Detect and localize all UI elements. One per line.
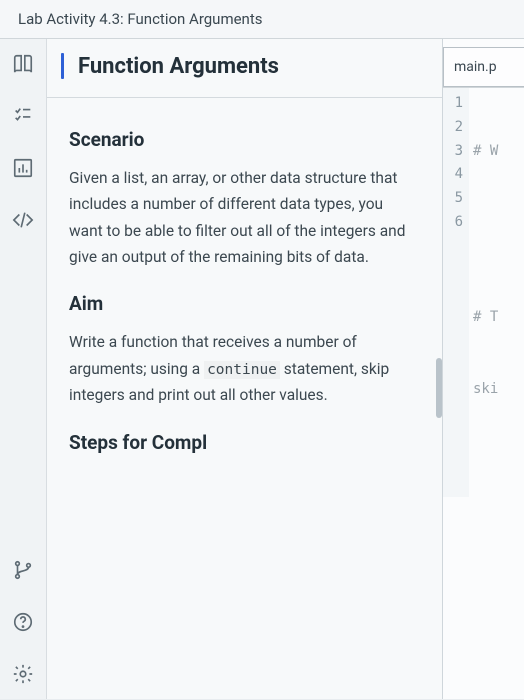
line-gutter: 1 2 3 4 5 6 <box>443 88 469 497</box>
code-icon[interactable] <box>12 209 34 231</box>
code-body[interactable]: # W # T ski <box>469 88 524 497</box>
scrollbar-thumb[interactable] <box>436 358 442 418</box>
activity-title-bar: Lab Activity 4.3: Function Arguments <box>0 0 524 39</box>
book-icon[interactable] <box>12 53 34 75</box>
instructions-panel: Function Arguments Scenario Given a list… <box>46 39 442 699</box>
code-line: # W <box>473 140 524 164</box>
activity-title: Lab Activity 4.3: Function Arguments <box>18 10 263 28</box>
steps-heading: Steps for Compl <box>69 431 420 454</box>
editor-tab-label: main.p <box>454 59 497 75</box>
settings-icon[interactable] <box>12 663 34 685</box>
workspace: Function Arguments Scenario Given a list… <box>0 39 524 699</box>
checklist-icon[interactable] <box>12 105 34 127</box>
scenario-body: Given a list, an array, or other data st… <box>69 165 420 270</box>
instructions-content: Scenario Given a list, an array, or othe… <box>47 98 442 699</box>
scenario-heading: Scenario <box>69 128 420 151</box>
line-number: 2 <box>443 116 463 140</box>
continue-keyword: continue <box>204 361 280 379</box>
aim-body: Write a function that receives a number … <box>69 329 420 408</box>
instructions-header: Function Arguments <box>47 39 442 98</box>
branch-icon[interactable] <box>12 559 34 581</box>
page-title: Function Arguments <box>78 54 279 79</box>
help-icon[interactable] <box>12 611 34 633</box>
code-editor[interactable]: 1 2 3 4 5 6 # W # T ski <box>443 87 524 497</box>
editor-tab[interactable]: main.p <box>443 47 524 87</box>
sidebar-nav <box>0 39 46 699</box>
code-line: # T <box>473 306 524 330</box>
line-number: 3 <box>443 140 463 164</box>
line-number: 6 <box>443 211 463 235</box>
aim-heading: Aim <box>69 292 420 315</box>
line-number: 1 <box>443 92 463 116</box>
chart-icon[interactable] <box>12 157 34 179</box>
line-number: 5 <box>443 187 463 211</box>
accent-bar <box>61 53 64 79</box>
line-number: 4 <box>443 163 463 187</box>
code-editor-panel: main.p 1 2 3 4 5 6 # W # T ski <box>442 39 524 699</box>
code-line: ski <box>473 378 524 402</box>
